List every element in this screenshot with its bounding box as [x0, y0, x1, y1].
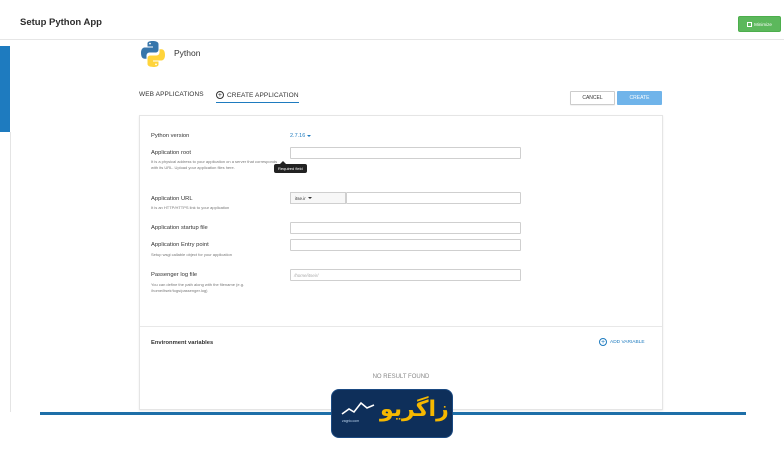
required-field-tooltip: Required field — [274, 161, 307, 173]
app-url-help: It is an HTTP/HTTPS link to your applica… — [151, 205, 230, 210]
watermark-subtext: zagrio.com — [342, 419, 360, 423]
log-file-label: Passenger log file — [151, 272, 198, 278]
minimize-label: Minimize — [754, 21, 772, 27]
add-variable-label: ADD VARIABLE — [610, 339, 645, 345]
python-version-label: Python version — [151, 133, 190, 139]
add-variable-button[interactable]: + ADD VARIABLE — [599, 338, 645, 346]
page-title: Setup Python App — [20, 17, 102, 28]
plus-circle-icon: + — [599, 338, 607, 346]
startup-file-input[interactable] — [290, 222, 521, 234]
python-title: Python — [174, 48, 201, 58]
caret-down-icon — [307, 135, 312, 137]
create-application-form: Python version 2.7.16 Application root I… — [139, 115, 663, 410]
plus-circle-icon: + — [216, 91, 224, 99]
app-url-input[interactable] — [346, 192, 521, 204]
create-button[interactable]: CREATE — [617, 91, 662, 105]
tab-create-label: CREATE APPLICATION — [227, 91, 299, 99]
env-variables-label: Environment variables — [151, 340, 214, 346]
log-file-help: You can define the path along with the f… — [151, 282, 245, 293]
left-rail-accent — [0, 46, 10, 132]
python-logo-icon — [141, 41, 165, 67]
empty-state-text: NO RESULT FOUND — [372, 374, 430, 380]
app-root-label: Application root — [151, 150, 191, 156]
app-root-input[interactable] — [290, 147, 521, 159]
tab-web-applications[interactable]: WEB APPLICATIONS — [139, 91, 204, 98]
watermark-text: زاگریو — [380, 397, 449, 422]
caret-down-icon — [307, 197, 312, 199]
minimize-button[interactable]: Minimize — [738, 16, 781, 32]
tab-create-application[interactable]: + CREATE APPLICATION — [216, 91, 299, 103]
cancel-button[interactable]: CANCEL — [570, 91, 615, 105]
domain-value: itse.ir — [295, 195, 306, 201]
app-url-label: Application URL — [151, 196, 193, 202]
entry-point-help: Setup wsgi callable object for your appl… — [151, 252, 232, 257]
entry-point-input[interactable] — [290, 239, 521, 251]
python-version-value: 2.7.16 — [290, 133, 306, 139]
minimize-icon — [747, 21, 753, 27]
startup-file-label: Application startup file — [151, 225, 208, 231]
left-divider — [10, 132, 11, 412]
python-version-select[interactable]: 2.7.16 — [290, 133, 312, 139]
log-file-input[interactable]: /home/itseir/ — [290, 269, 521, 281]
chart-wave-icon — [341, 401, 375, 415]
section-divider — [140, 326, 662, 327]
top-bar: Setup Python App Minimize — [0, 0, 784, 40]
app-root-help: It is a physical address to your applica… — [151, 159, 278, 170]
entry-point-label: Application Entry point — [151, 242, 209, 248]
watermark-logo: زاگریو zagrio.com — [331, 389, 453, 438]
domain-select[interactable]: itse.ir — [290, 192, 346, 204]
